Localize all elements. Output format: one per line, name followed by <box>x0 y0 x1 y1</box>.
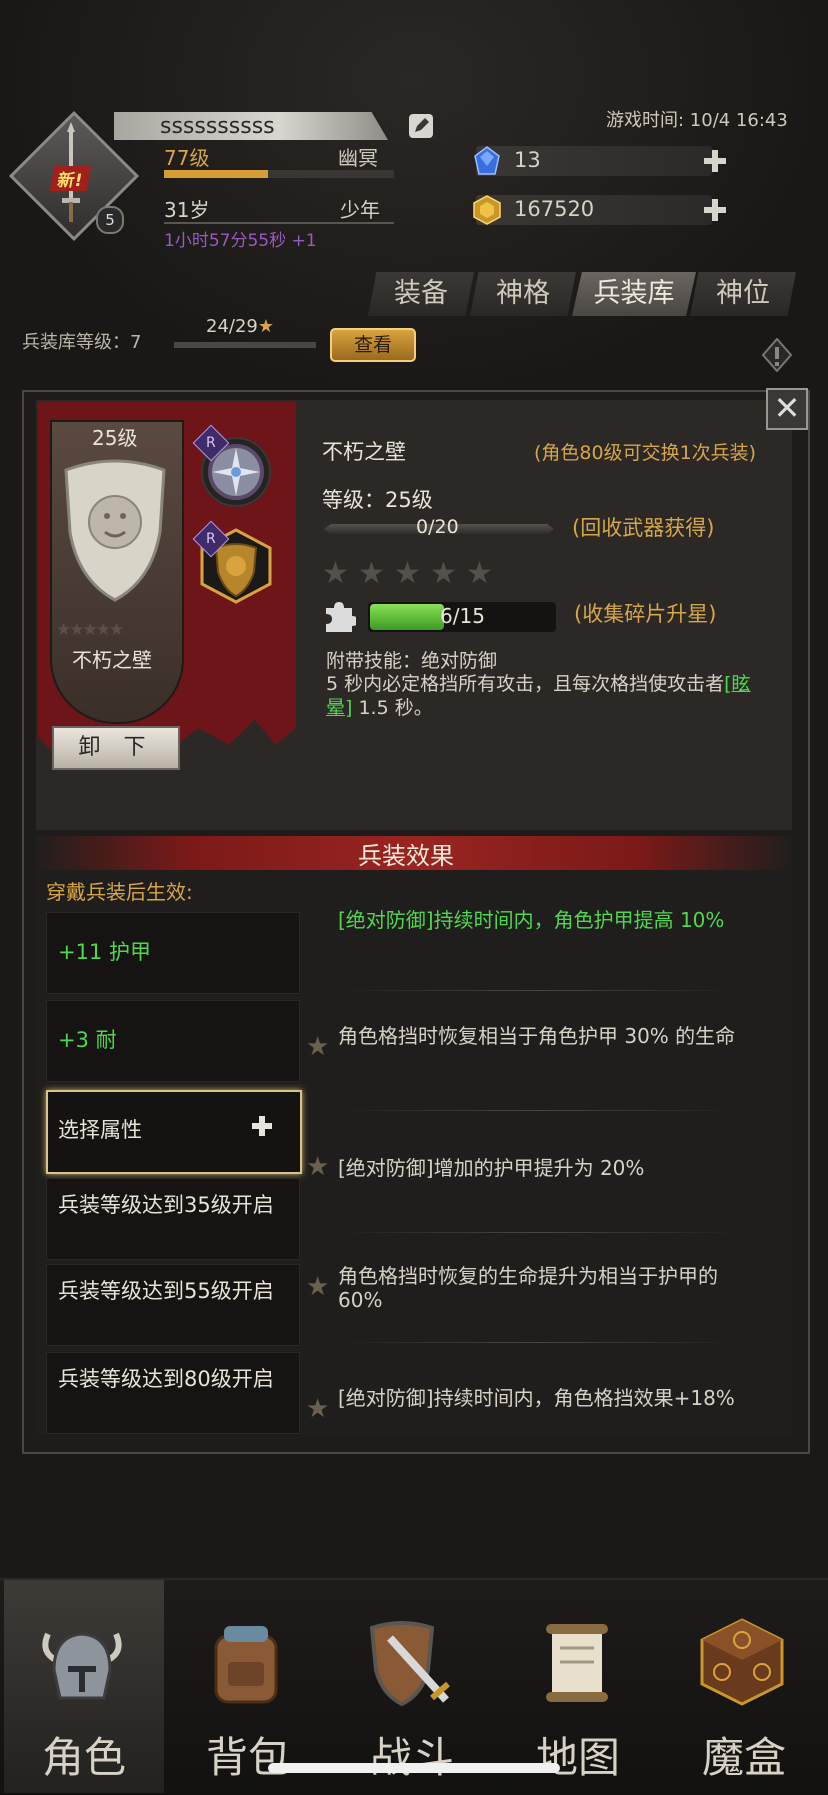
exchange-note: (角色80级可交换1次兵装) <box>534 442 757 464</box>
effect-description: [绝对防御]持续时间内，角色格挡效果+18% <box>338 1386 735 1410</box>
star-icon: ★ <box>430 556 457 591</box>
effects-title: 兵装效果 <box>358 842 454 870</box>
nav-label-battle[interactable]: 战斗 <box>332 1724 492 1785</box>
attribute-slot-label: 兵装等级达到35级开启 <box>58 1193 274 1217</box>
nav-label-map[interactable]: 地图 <box>498 1724 658 1785</box>
fragment-progress-text: 6/15 <box>440 604 485 628</box>
add-gold-button[interactable] <box>702 197 728 223</box>
scroll-map-icon[interactable] <box>528 1614 624 1710</box>
nav-label-character[interactable]: 角色 <box>4 1724 164 1785</box>
puzzle-fragment-icon <box>326 602 356 632</box>
effect-description: 角色格挡时恢复相当于角色护甲 30% 的生命 <box>338 1024 736 1048</box>
home-indicator[interactable] <box>268 1763 560 1773</box>
skill-description: 5 秒内必定格挡所有攻击，且每次格挡使攻击者[眩晕] 1.5 秒。 <box>326 673 751 719</box>
skill-name: 附带技能：绝对防御 <box>326 650 498 672</box>
effect-star-icon: ★ <box>306 1394 330 1424</box>
game-time: 游戏时间: 10/4 16:43 <box>606 110 788 131</box>
effect-star-icon: ★ <box>306 1152 330 1182</box>
edit-icon[interactable] <box>407 112 435 140</box>
exp-bar-fill <box>164 170 268 178</box>
player-age: 31岁 <box>164 198 210 222</box>
crystal-resource-bar <box>476 146 712 176</box>
helmet-icon[interactable] <box>34 1614 130 1710</box>
effect-star-icon: ★ <box>306 1032 330 1062</box>
item-name-label: 不朽之壁 <box>72 648 152 672</box>
gold-ore-icon <box>473 195 501 225</box>
armory-progress-bar <box>174 342 316 348</box>
tab-godhood[interactable]: 神格 <box>470 272 576 316</box>
nav-label-magic-box[interactable]: 魔盒 <box>664 1724 824 1785</box>
effect-divider <box>338 990 738 991</box>
item-level-line: 等级：25级 <box>322 488 433 512</box>
unequip-button[interactable]: 卸 下 <box>52 726 180 770</box>
effect-description: [绝对防御]持续时间内，角色护甲提高 10% <box>338 908 725 932</box>
avatar-rank-badge: 5 <box>96 206 124 234</box>
item-level-badge: 25级 <box>92 426 138 450</box>
fragment-progress-fill <box>370 604 444 630</box>
effect-divider <box>338 1232 738 1233</box>
add-crystal-button[interactable] <box>702 148 728 174</box>
attribute-slot <box>46 1352 300 1434</box>
age-timer: 1小时57分55秒 +1 <box>164 231 317 251</box>
player-name: ssssssssss <box>160 114 275 139</box>
age-divider <box>164 222 394 224</box>
attribute-slot-label: 兵装等级达到55级开启 <box>58 1279 274 1303</box>
attribute-slot-label: 兵装等级达到80级开启 <box>58 1367 274 1391</box>
effect-star-icon: ★ <box>306 1272 330 1302</box>
star-icon: ★ <box>466 556 493 591</box>
star-icon: ★ <box>394 556 421 591</box>
gold-count: 167520 <box>514 197 595 221</box>
warning-icon[interactable] <box>762 338 792 372</box>
player-level: 77级 <box>164 146 210 170</box>
crystal-count: 13 <box>514 148 541 172</box>
new-badge: 新! <box>49 166 91 191</box>
add-attribute-icon[interactable] <box>250 1114 274 1138</box>
player-stage: 少年 <box>340 198 380 222</box>
magic-box-icon[interactable] <box>694 1614 790 1710</box>
level-progress-text: 0/20 <box>416 516 459 538</box>
backpack-icon[interactable] <box>198 1614 294 1710</box>
armory-progress: 24/29★ <box>206 316 275 337</box>
armory-level-label: 兵装库等级：7 <box>22 332 142 353</box>
effect-description: [绝对防御]增加的护甲提升为 20% <box>338 1156 645 1180</box>
star-icon: ★ <box>322 556 349 591</box>
effect-description: 角色格挡时恢复的生命提升为相当于护甲的 60% <box>338 1264 718 1312</box>
tab-divine-seat[interactable]: 神位 <box>690 272 796 316</box>
collect-note: (收集碎片升星) <box>574 602 717 626</box>
tab-equipment[interactable]: 装备 <box>368 272 474 316</box>
lion-shield-icon <box>64 459 166 602</box>
attribute-slot-label: +3 耐 <box>58 1028 117 1052</box>
item-title: 不朽之壁 <box>322 440 406 464</box>
attribute-slot <box>46 1264 300 1346</box>
player-title: 幽冥 <box>338 146 378 170</box>
sword-shield-icon[interactable] <box>362 1614 458 1710</box>
item-star-rating: ★★★★★ <box>56 620 124 640</box>
star-icon: ★ <box>358 556 385 591</box>
attribute-slot <box>46 1178 300 1260</box>
wear-effect-label: 穿戴兵装后生效: <box>46 880 193 904</box>
armory-star-icon: ★ <box>257 316 275 337</box>
recycle-note: (回收武器获得) <box>572 516 715 540</box>
effect-divider <box>338 1342 738 1343</box>
nav-label-backpack[interactable]: 背包 <box>168 1724 328 1785</box>
view-button[interactable]: 查看 <box>330 328 416 362</box>
tab-armory[interactable]: 兵装库 <box>572 272 696 316</box>
close-button[interactable]: ✕ <box>766 388 808 430</box>
attribute-slot-label: +11 护甲 <box>58 940 151 964</box>
blue-crystal-icon <box>474 146 500 175</box>
effect-divider <box>338 1110 738 1111</box>
